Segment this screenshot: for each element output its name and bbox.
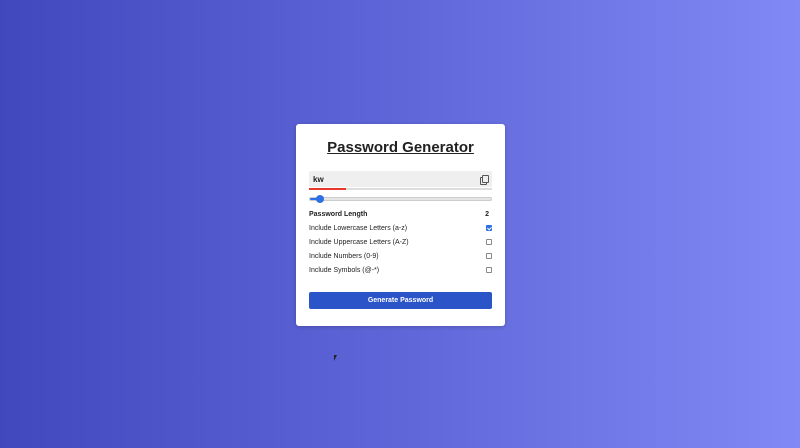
password-generator-card: Password Generator kw Password Length 2 …: [296, 124, 505, 326]
option-label: Include Numbers (0-9): [309, 252, 379, 260]
symbols-checkbox[interactable]: [486, 267, 492, 273]
password-text: kw: [313, 175, 324, 184]
option-symbols[interactable]: Include Symbols (@-*): [309, 264, 492, 276]
uppercase-checkbox[interactable]: [486, 239, 492, 245]
option-lowercase[interactable]: Include Lowercase Letters (a-z): [309, 222, 492, 234]
length-row: Password Length 2: [309, 208, 492, 220]
length-label: Password Length: [309, 210, 368, 218]
password-output[interactable]: kw: [309, 171, 492, 187]
slider-thumb[interactable]: [316, 195, 325, 203]
option-label: Include Symbols (@-*): [309, 266, 380, 274]
length-slider[interactable]: [309, 195, 492, 203]
length-value: 2: [485, 210, 489, 218]
option-label: Include Uppercase Letters (A-Z): [309, 238, 409, 246]
generate-password-button[interactable]: Generate Password: [309, 292, 492, 309]
strength-fill: [309, 188, 346, 190]
option-numbers[interactable]: Include Numbers (0-9): [309, 250, 492, 262]
lowercase-checkbox[interactable]: [486, 225, 492, 231]
option-uppercase[interactable]: Include Uppercase Letters (A-Z): [309, 236, 492, 248]
option-label: Include Lowercase Letters (a-z): [309, 224, 408, 232]
numbers-checkbox[interactable]: [486, 253, 492, 259]
mouse-cursor-icon: [334, 355, 337, 361]
copy-icon[interactable]: [480, 175, 489, 185]
page-title: Password Generator: [327, 139, 474, 156]
strength-bar: [309, 188, 492, 190]
